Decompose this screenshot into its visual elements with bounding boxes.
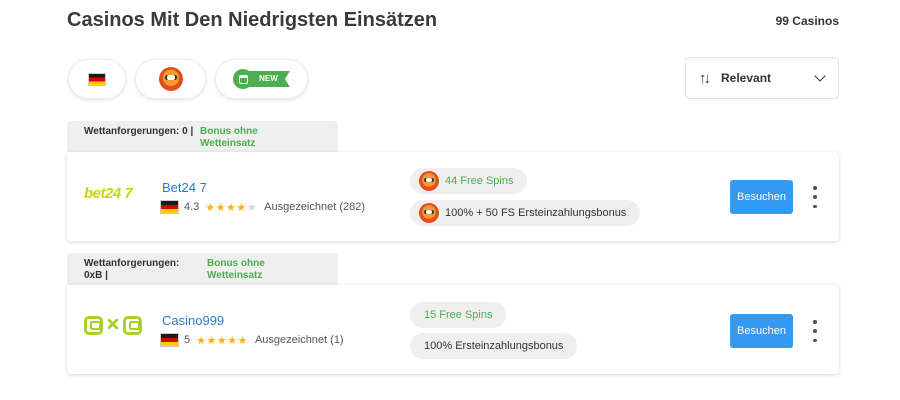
filter-new-chip[interactable]: NEW bbox=[215, 59, 308, 99]
sort-label: Relevant bbox=[721, 71, 772, 85]
rating-score: 5 bbox=[184, 334, 191, 346]
casino-logo-text: bet24 7 bbox=[84, 185, 133, 202]
filter-mascot-chip[interactable] bbox=[135, 59, 206, 99]
casino-name-link[interactable]: Casino999 bbox=[162, 313, 224, 328]
logo-x bbox=[106, 316, 120, 335]
rating-label: Ausgezeichnet (282) bbox=[264, 201, 366, 213]
orange-mascot-icon bbox=[158, 67, 183, 91]
logo-digit bbox=[84, 316, 103, 335]
filter-country-chip[interactable] bbox=[68, 59, 126, 99]
bonus-pill-deposit: 100% Ersteinzahlungsbonus bbox=[410, 333, 578, 359]
bonus-type: Bonus ohne Wetteinsatz bbox=[200, 126, 258, 149]
star-rating-icon: ★★★★★ bbox=[196, 334, 248, 347]
wager-tab: Wettanforgerungen: 0 | Bonus ohne Wettei… bbox=[67, 121, 338, 154]
new-badge: NEW bbox=[233, 69, 290, 89]
wager-requirement: Wettanforgerungen: 0 | bbox=[84, 126, 194, 137]
stars-empty: ★ bbox=[246, 201, 258, 214]
bonus-pill-free-spins: 15 Free Spins bbox=[410, 302, 507, 328]
chevron-down-icon bbox=[814, 70, 826, 82]
casino-logo[interactable]: bet24 7 bbox=[84, 185, 133, 202]
bonus-pill-text: 44 Free Spins bbox=[445, 175, 514, 187]
casino-card: Casino999 5 ★★★★★ Ausgezeichnet (1) 15 F… bbox=[67, 285, 839, 374]
german-flag-icon bbox=[88, 72, 106, 86]
logo-digit bbox=[123, 316, 142, 335]
more-options-icon[interactable] bbox=[808, 186, 822, 208]
casino-name-link[interactable]: Bet24 7 bbox=[162, 180, 207, 195]
bonus-pill-text: 15 Free Spins bbox=[424, 309, 493, 321]
page-title: Casinos Mit Den Niedrigsten Einsätzen bbox=[67, 9, 438, 31]
new-label: NEW bbox=[249, 71, 290, 87]
rating-row: 5 ★★★★★ Ausgezeichnet (1) bbox=[160, 333, 344, 347]
casino-card: bet24 7 Bet24 7 4.3 ★★★★★ Ausgezeichnet … bbox=[67, 152, 839, 241]
casino-logo[interactable] bbox=[84, 316, 142, 335]
orange-mascot-icon bbox=[419, 203, 439, 223]
star-rating-icon: ★★★★★ bbox=[205, 201, 257, 214]
german-flag-icon bbox=[160, 200, 179, 214]
wager-tab: Wettanforgerungen: 0xB | Bonus ohne Wett… bbox=[67, 253, 338, 286]
rating-row: 4.3 ★★★★★ Ausgezeichnet (282) bbox=[160, 200, 365, 214]
stars-filled: ★★★★★ bbox=[196, 334, 248, 347]
german-flag-icon bbox=[160, 333, 179, 347]
bonus-pill-text: 100% Ersteinzahlungsbonus bbox=[424, 340, 564, 352]
casino-count: 99 Casinos bbox=[775, 14, 839, 28]
visit-button[interactable]: Besuchen bbox=[730, 314, 793, 348]
orange-mascot-icon bbox=[419, 171, 439, 191]
bonus-pill-deposit: 100% + 50 FS Ersteinzahlungsbonus bbox=[410, 200, 641, 226]
more-options-icon[interactable] bbox=[808, 320, 822, 342]
wager-requirement: Wettanforgerungen: 0xB | bbox=[84, 258, 180, 281]
sort-arrows-icon: ↑↓ bbox=[699, 69, 711, 87]
sort-dropdown[interactable]: ↑↓ Relevant bbox=[685, 57, 839, 99]
rating-label: Ausgezeichnet (1) bbox=[254, 334, 344, 346]
bonus-pill-free-spins: 44 Free Spins bbox=[410, 168, 528, 194]
visit-button[interactable]: Besuchen bbox=[730, 180, 793, 214]
bonus-pill-text: 100% + 50 FS Ersteinzahlungsbonus bbox=[445, 207, 627, 219]
rating-score: 4.3 bbox=[184, 201, 200, 213]
stars-filled: ★★★★ bbox=[205, 201, 247, 214]
bonus-type: Bonus ohne Wetteinsatz bbox=[207, 258, 265, 281]
